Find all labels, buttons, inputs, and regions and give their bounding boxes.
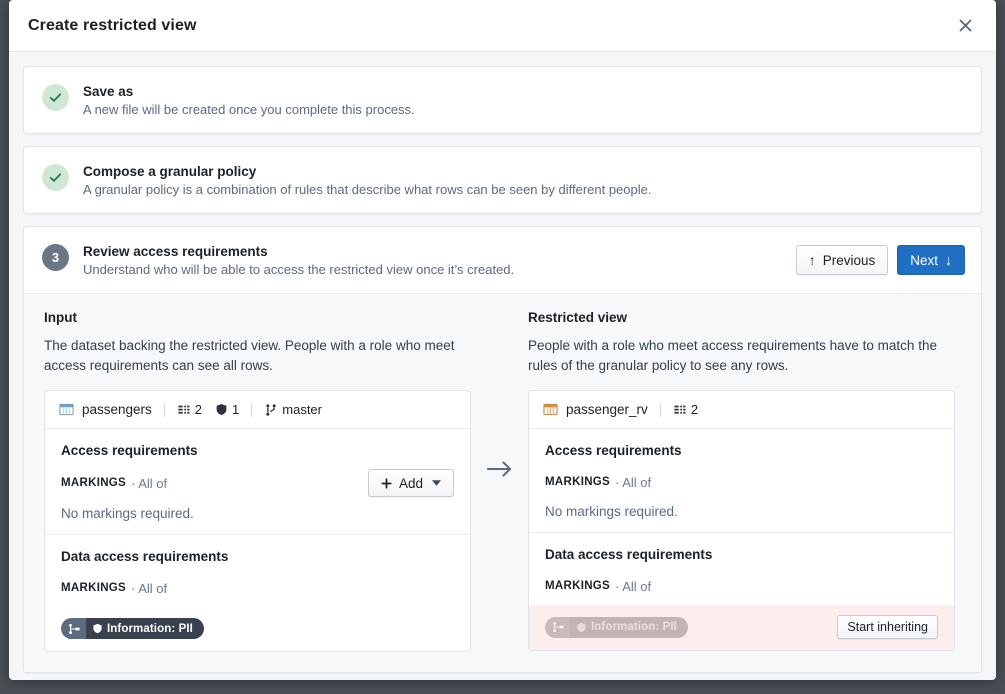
restricted-view-panel: Restricted view People with a role who m… <box>528 310 955 651</box>
step-description: A granular policy is a combination of ru… <box>83 182 652 197</box>
divider <box>163 402 165 417</box>
restricted-columns-count: 2 <box>690 402 699 417</box>
next-button-label: Next <box>910 252 938 268</box>
input-branch-name: master <box>282 402 322 417</box>
step-navigation: ↑ Previous Next ↓ <box>795 243 965 275</box>
check-icon <box>42 84 69 111</box>
inheritance-icon <box>545 616 570 638</box>
step-header: Compose a granular policy A granular pol… <box>24 147 981 213</box>
markings-qualifier: · All of <box>131 580 168 596</box>
restricted-resource-name: passenger_rv <box>566 402 648 417</box>
dataset-table-icon <box>59 402 74 417</box>
columns-icon <box>177 403 191 417</box>
step-card-save-as[interactable]: Save as A new file will be created once … <box>23 66 982 134</box>
step-description: A new file will be created once you comp… <box>83 102 415 117</box>
restricted-access-empty-text: No markings required. <box>545 504 678 519</box>
input-columns-count: 2 <box>194 402 203 417</box>
section-subheader: MARKINGS · All of <box>545 573 938 599</box>
section-title: Access requirements <box>545 443 682 458</box>
previous-button-label: Previous <box>822 252 876 268</box>
marking-pill-body: Information: PII <box>570 616 688 638</box>
plus-icon <box>381 477 392 489</box>
section-title: Data access requirements <box>61 549 229 564</box>
input-data-access-requirements-section: Data access requirements MARKINGS · All … <box>45 535 470 651</box>
input-branch-meta[interactable]: master <box>264 402 322 417</box>
create-restricted-view-dialog: Create restricted view Save as A new fil… <box>9 0 996 680</box>
caret-down-icon <box>432 480 441 486</box>
step-header: Save as A new file will be created once … <box>24 67 981 133</box>
input-panel-title: Input <box>44 310 77 325</box>
input-panel-description: The dataset backing the restricted view.… <box>44 338 455 373</box>
marking-pill[interactable]: Information: PII <box>545 616 688 638</box>
input-resource-header[interactable]: passengers 2 1 master <box>45 391 470 429</box>
page-title: Create restricted view <box>28 16 197 34</box>
marking-pill[interactable]: Information: PII <box>61 618 204 639</box>
input-markings-meta: 1 <box>215 402 239 417</box>
dialog-body: Save as A new file will be created once … <box>9 52 996 680</box>
step-number-badge: 3 <box>42 244 69 271</box>
shield-icon <box>92 623 103 634</box>
restricted-columns-meta: 2 <box>673 402 698 417</box>
restricted-view-icon <box>543 402 558 417</box>
markings-qualifier: · All of <box>615 474 652 490</box>
input-access-requirements-section: Access requirements MARKINGS · All of Ad… <box>45 429 470 535</box>
marking-pill-body: Information: PII <box>86 618 204 639</box>
dialog-header: Create restricted view <box>9 0 996 52</box>
step-card-compose-granular-policy[interactable]: Compose a granular policy A granular pol… <box>23 146 982 214</box>
section-subheader: MARKINGS · All of <box>545 469 938 495</box>
restricted-resource-card: passenger_rv 2 Access requirements MARKI… <box>528 390 955 651</box>
inheritance-icon <box>61 618 86 639</box>
restricted-access-requirements-section: Access requirements MARKINGS · All of No… <box>529 429 954 533</box>
section-subheader: MARKINGS · All of <box>61 575 454 601</box>
close-icon[interactable] <box>952 13 978 39</box>
restricted-resource-header[interactable]: passenger_rv 2 <box>529 391 954 429</box>
restricted-panel-description: People with a role who meet access requi… <box>528 338 937 373</box>
step-title: Compose a granular policy <box>83 164 257 179</box>
input-marking-row: Information: PII <box>45 607 470 651</box>
step-title: Review access requirements <box>83 244 268 259</box>
input-access-empty-text: No markings required. <box>61 506 194 521</box>
section-title: Data access requirements <box>545 547 713 562</box>
add-marking-label: Add <box>398 475 423 491</box>
start-inheriting-label: Start inheriting <box>847 620 928 634</box>
arrow-up-icon: ↑ <box>808 252 816 268</box>
check-icon <box>42 164 69 191</box>
section-subheader: MARKINGS · All of Add <box>61 469 454 497</box>
markings-label: MARKINGS <box>61 582 127 594</box>
input-columns-meta: 2 <box>177 402 202 417</box>
markings-label: MARKINGS <box>545 476 611 488</box>
arrow-down-icon: ↓ <box>945 252 952 268</box>
markings-qualifier: · All of <box>131 475 168 491</box>
section-title: Access requirements <box>61 443 198 458</box>
marking-label: Information: PII <box>591 621 677 633</box>
step-title: Save as <box>83 84 134 99</box>
markings-qualifier: · All of <box>615 578 652 594</box>
step-description: Understand who will be able to access th… <box>83 262 515 277</box>
shield-icon <box>215 403 228 416</box>
git-branch-icon <box>264 403 278 417</box>
columns-icon <box>673 403 687 417</box>
restricted-marking-row: Information: PII Start inheriting <box>529 605 954 650</box>
previous-button[interactable]: ↑ Previous <box>795 245 889 275</box>
start-inheriting-button[interactable]: Start inheriting <box>837 615 938 639</box>
input-panel: Input The dataset backing the restricted… <box>44 310 471 652</box>
divider <box>251 402 253 417</box>
next-button[interactable]: Next ↓ <box>897 245 965 275</box>
add-marking-button[interactable]: Add <box>367 469 454 497</box>
shield-icon <box>576 622 587 633</box>
divider <box>659 402 661 417</box>
restricted-panel-title: Restricted view <box>528 310 628 325</box>
restricted-data-access-requirements-section: Data access requirements MARKINGS · All … <box>529 533 954 650</box>
markings-label: MARKINGS <box>545 580 611 592</box>
input-resource-card: passengers 2 1 master Access requirement… <box>44 390 471 652</box>
access-requirements-comparison: Input The dataset backing the restricted… <box>24 293 981 672</box>
step-card-review-access-requirements: 3 Review access requirements Understand … <box>23 226 982 673</box>
input-markings-count: 1 <box>232 402 240 417</box>
arrow-right-icon <box>471 310 528 478</box>
input-resource-name: passengers <box>82 402 152 417</box>
markings-label: MARKINGS <box>61 477 127 489</box>
marking-label: Information: PII <box>107 622 193 635</box>
step-header: 3 Review access requirements Understand … <box>24 227 981 293</box>
